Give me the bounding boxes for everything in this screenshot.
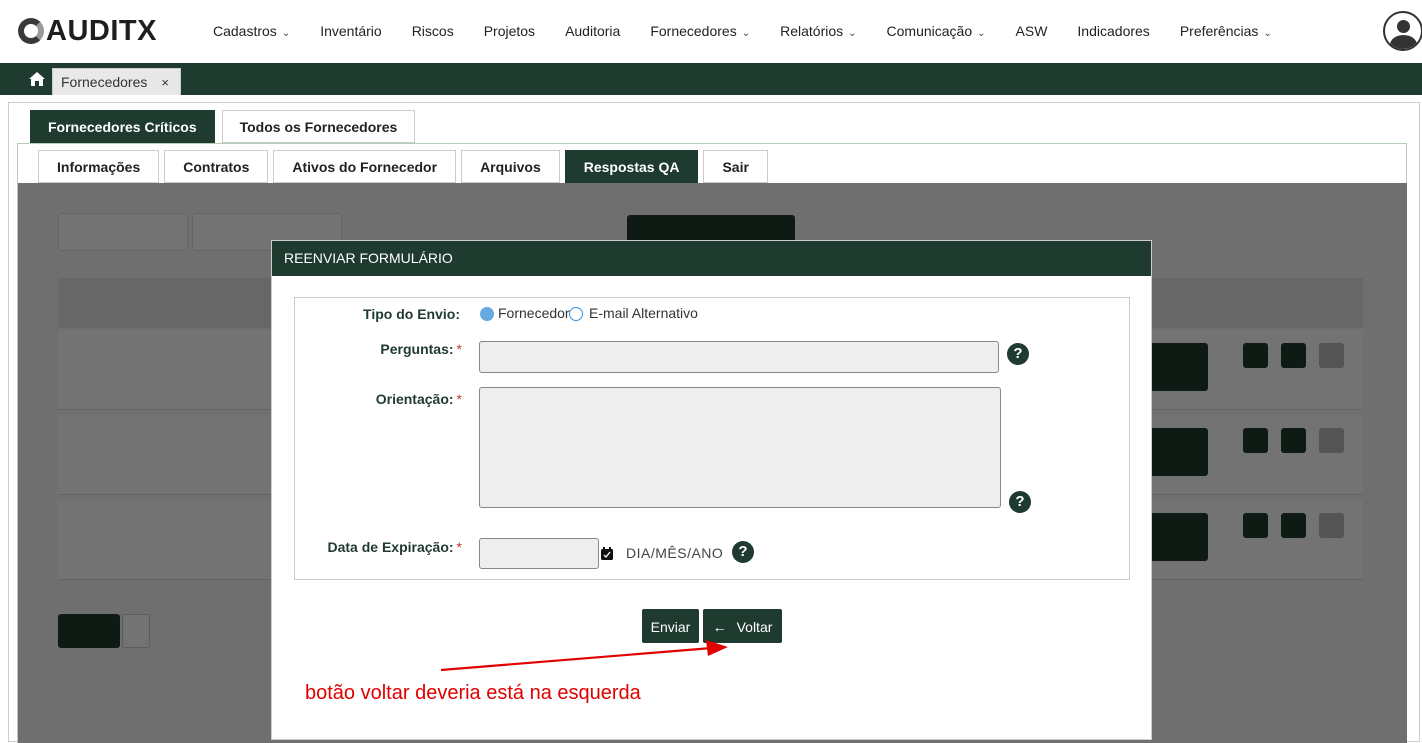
nav-item-preferencias[interactable]: Preferências ⌄ (1165, 20, 1287, 42)
subtab-contratos[interactable]: Contratos (164, 150, 269, 183)
logo-mark-icon (18, 18, 44, 44)
help-icon[interactable]: ? (1007, 343, 1029, 365)
user-avatar[interactable] (1383, 11, 1422, 51)
nav-item-label: Projetos (483, 23, 536, 39)
help-icon[interactable]: ? (732, 541, 754, 563)
nav-item-auditoria[interactable]: Auditoria (550, 20, 635, 42)
tipo-envio-label: Tipo do Envio: (363, 306, 460, 322)
nav-item-label: Indicadores (1077, 23, 1150, 39)
radio-fornecedor-label[interactable]: Fornecedor (498, 305, 570, 321)
nav-item-label: Comunicação (886, 23, 973, 39)
radio-fornecedor[interactable] (480, 307, 494, 321)
nav-item-label: Inventário (320, 23, 382, 39)
perguntas-field[interactable] (479, 341, 999, 373)
back-button[interactable]: ← Voltar (703, 609, 782, 643)
orientacao-textarea[interactable] (479, 387, 1001, 508)
subtab-ativos-do-fornecedor[interactable]: Ativos do Fornecedor (273, 150, 457, 183)
nav-item-label: Fornecedores (650, 23, 737, 39)
subtab-arquivos[interactable]: Arquivos (461, 150, 560, 183)
nav-item-projetos[interactable]: Projetos (469, 20, 550, 42)
nav-item-relatorios[interactable]: Relatórios ⌄ (765, 20, 871, 42)
resend-form-modal: REENVIAR FORMULÁRIO Tipo do Envio: Forne… (271, 240, 1152, 740)
nav-item-cadastros[interactable]: Cadastros ⌄ (198, 20, 305, 42)
page-tab-fornecedores[interactable]: Fornecedores × (52, 68, 181, 95)
nav-item-indicadores[interactable]: Indicadores (1062, 20, 1164, 42)
home-icon[interactable] (28, 71, 46, 87)
nav-item-label: Riscos (411, 23, 454, 39)
nav-item-inventario[interactable]: Inventário (305, 20, 396, 42)
send-button[interactable]: Enviar (642, 609, 699, 643)
chevron-down-icon: ⌄ (741, 28, 751, 39)
modal-title: REENVIAR FORMULÁRIO (272, 241, 1151, 276)
date-format-hint: DIA/MÊS/ANO (626, 545, 724, 561)
orientacao-label: Orientação: * (375, 391, 462, 407)
supplier-tabs: Fornecedores Críticos Todos os Fornecedor… (30, 110, 422, 143)
chevron-down-icon: ⌄ (977, 28, 986, 39)
top-navbar: AUDITX Cadastros ⌄ Inventário Riscos Projeto… (0, 0, 1422, 63)
calendar-icon[interactable] (601, 547, 613, 560)
chevron-down-icon: ⌄ (281, 28, 291, 39)
nav-item-label: Cadastros (213, 23, 277, 39)
nav-item-asw[interactable]: ASW (1001, 20, 1063, 42)
arrow-left-icon: ← (712, 619, 727, 635)
nav-item-comunicacao[interactable]: Comunicação ⌄ (872, 20, 1001, 42)
close-icon[interactable]: × (161, 75, 169, 90)
user-head-icon (1397, 20, 1410, 33)
radio-email-alternativo-label[interactable]: E-mail Alternativo (589, 305, 698, 321)
main-menu: Cadastros ⌄ Inventário Riscos Projetos Audito… (198, 20, 1287, 42)
nav-item-label: Relatórios (780, 23, 844, 39)
tab-fornecedores-criticos[interactable]: Fornecedores Críticos (30, 110, 215, 143)
brand-logo[interactable]: AUDITX (18, 14, 157, 48)
chevron-down-icon: ⌄ (848, 28, 857, 39)
subtab-informacoes[interactable]: Informações (38, 150, 160, 183)
help-icon[interactable]: ? (1009, 491, 1031, 513)
supplier-subtabs: Informações Contratos Ativos do Fornecedor… (38, 150, 773, 183)
page-tab-label: Fornecedores (61, 74, 148, 90)
data-expiracao-label: Data de Expiração: * (327, 539, 462, 555)
nav-item-riscos[interactable]: Riscos (397, 20, 469, 42)
nav-item-fornecedores[interactable]: Fornecedores ⌄ (635, 20, 765, 42)
brand-name: AUDITX (46, 14, 157, 47)
nav-item-label: ASW (1015, 23, 1048, 39)
tab-todos-os-fornecedores[interactable]: Todos os Fornecedores (221, 110, 416, 143)
perguntas-label: Perguntas: * (380, 341, 462, 357)
user-body-icon (1390, 35, 1417, 49)
subtab-respostas-qa[interactable]: Respostas QA (564, 150, 699, 183)
radio-email-alternativo[interactable] (569, 307, 583, 321)
chevron-down-icon: ⌄ (1263, 28, 1272, 39)
page-tab-bar: Fornecedores × (0, 63, 1422, 95)
nav-item-label: Preferências (1179, 23, 1259, 39)
subtab-sair[interactable]: Sair (703, 150, 768, 183)
data-expiracao-field[interactable] (479, 538, 599, 569)
nav-item-label: Auditoria (565, 23, 621, 39)
annotation-text: botão voltar deveria está na esquerda (305, 682, 641, 704)
